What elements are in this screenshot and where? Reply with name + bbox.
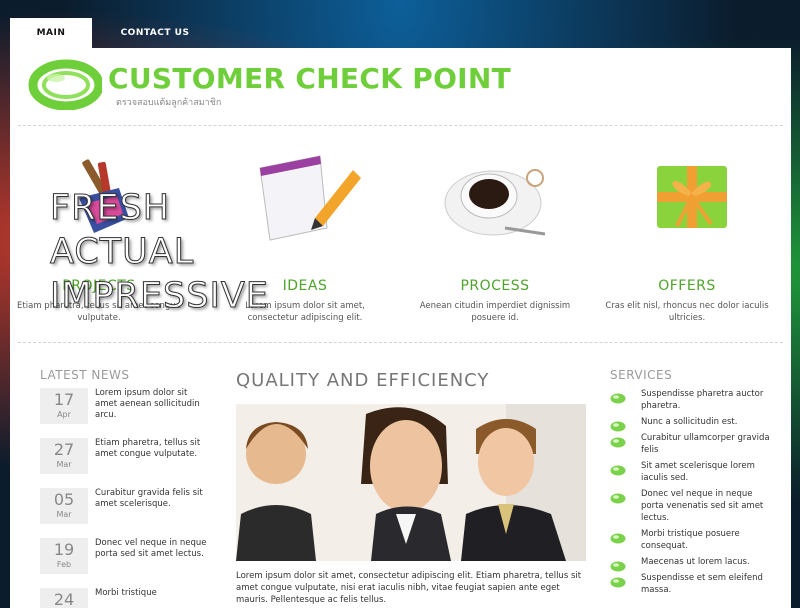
service-text[interactable]: Maecenas ut lorem lacus.: [641, 556, 750, 568]
coffee-cup-icon: [435, 148, 555, 248]
news-day: 17: [53, 390, 75, 409]
news-item[interactable]: 24 Morbi tristique: [40, 588, 210, 608]
news-month: Apr: [57, 410, 71, 419]
green-bullet-icon: [610, 489, 627, 504]
news-item[interactable]: 17 Apr Lorem ipsum dolor sit amet aenean…: [40, 388, 210, 424]
service-item[interactable]: Curabitur ullamcorper gravida felis: [610, 432, 770, 456]
main-heading: QUALITY AND EFFICIENCY: [236, 370, 490, 391]
news-text[interactable]: Etiam pharetra, tellus sit amet congue v…: [95, 438, 210, 474]
overlay-slogan: FRESH ACTUAL IMPRESSIVE: [50, 186, 269, 318]
news-text[interactable]: Donec vel neque in neque porta sed sit a…: [95, 538, 210, 574]
news-date: 27 Mar: [40, 438, 88, 474]
feature-desc: Cras elit nisl, rhoncus nec dolor iaculi…: [605, 301, 769, 323]
service-text[interactable]: Suspendisse et sem eleifend massa.: [641, 572, 770, 596]
divider: [18, 125, 783, 126]
news-item[interactable]: 19 Feb Donec vel neque in neque porta se…: [40, 538, 210, 574]
overlay-line: IMPRESSIVE: [50, 276, 269, 317]
service-text[interactable]: Morbi tristique posuere consequat.: [641, 528, 770, 552]
feature-process[interactable]: PROCESS Aenean citudin imperdiet digniss…: [410, 148, 580, 324]
green-bullet-icon: [610, 433, 627, 448]
news-day: 24: [53, 590, 75, 608]
feature-title[interactable]: OFFERS: [602, 278, 772, 294]
site-title: CUSTOMER CHECK POINT: [108, 62, 512, 95]
feature-desc: Aenean citudin imperdiet dignissim posue…: [419, 301, 571, 323]
news-month: Mar: [56, 510, 72, 519]
news-text[interactable]: Morbi tristique: [95, 588, 157, 608]
page-content: CUSTOMER CHECK POINT ตรวจสอบแต้มลูกค้าสม…: [10, 48, 791, 608]
news-text[interactable]: Lorem ipsum dolor sit amet aenean sollic…: [95, 388, 210, 424]
service-item[interactable]: Donec vel neque in neque porta venenatis…: [610, 488, 770, 524]
logo-swirl-icon[interactable]: [28, 58, 104, 111]
main-text: Lorem ipsum dolor sit amet, consectetur …: [236, 571, 582, 605]
gift-box-icon: [627, 148, 747, 248]
green-bullet-icon: [610, 417, 627, 432]
services-heading: SERVICES: [610, 368, 673, 382]
news-month: Mar: [56, 460, 72, 469]
news-day: 05: [53, 490, 75, 509]
latest-news-heading: LATEST NEWS: [40, 368, 130, 382]
service-text[interactable]: Nunc a sollicitudin est.: [641, 416, 737, 428]
divider: [18, 342, 783, 343]
news-date: 17 Apr: [40, 388, 88, 424]
green-bullet-icon: [610, 389, 627, 404]
news-day: 19: [53, 540, 75, 559]
service-item[interactable]: Sit amet scelerisque lorem iaculis sed.: [610, 460, 770, 484]
news-item[interactable]: 05 Mar Curabitur gravida felis sit amet …: [40, 488, 210, 524]
news-text[interactable]: Curabitur gravida felis sit amet sceleri…: [95, 488, 210, 524]
news-date: 24: [40, 588, 88, 608]
news-day: 27: [53, 440, 75, 459]
feature-title[interactable]: PROCESS: [410, 278, 580, 294]
service-text[interactable]: Sit amet scelerisque lorem iaculis sed.: [641, 460, 770, 484]
service-text[interactable]: Donec vel neque in neque porta venenatis…: [641, 488, 770, 524]
news-date: 19 Feb: [40, 538, 88, 574]
green-bullet-icon: [610, 529, 627, 544]
news-date: 05 Mar: [40, 488, 88, 524]
team-photo: [236, 404, 586, 561]
tab-contact-us[interactable]: CONTACT US: [110, 18, 200, 48]
green-bullet-icon: [610, 557, 627, 572]
top-nav: MAIN CONTACT US: [0, 0, 800, 48]
service-item[interactable]: Nunc a sollicitudin est.: [610, 416, 770, 432]
service-item[interactable]: Morbi tristique posuere consequat.: [610, 528, 770, 552]
feature-offers[interactable]: OFFERS Cras elit nisl, rhoncus nec dolor…: [602, 148, 772, 324]
service-item[interactable]: Suspendisse pharetra auctor pharetra.: [610, 388, 770, 412]
green-bullet-icon: [610, 461, 627, 476]
service-item[interactable]: Suspendisse et sem eleifend massa.: [610, 572, 770, 596]
tab-main[interactable]: MAIN: [10, 18, 92, 48]
green-bullet-icon: [610, 573, 627, 588]
service-text[interactable]: Curabitur ullamcorper gravida felis: [641, 432, 770, 456]
news-list: 17 Apr Lorem ipsum dolor sit amet aenean…: [40, 388, 210, 608]
overlay-line: FRESH: [50, 188, 171, 229]
service-item[interactable]: Maecenas ut lorem lacus.: [610, 556, 770, 572]
news-item[interactable]: 27 Mar Etiam pharetra, tellus sit amet c…: [40, 438, 210, 474]
site-subtitle: ตรวจสอบแต้มลูกค้าสมาชิก: [116, 98, 222, 108]
services-list: Suspendisse pharetra auctor pharetra. Nu…: [610, 388, 770, 600]
news-month: Feb: [56, 560, 72, 569]
service-text[interactable]: Suspendisse pharetra auctor pharetra.: [641, 388, 770, 412]
overlay-line: ACTUAL: [50, 232, 195, 273]
